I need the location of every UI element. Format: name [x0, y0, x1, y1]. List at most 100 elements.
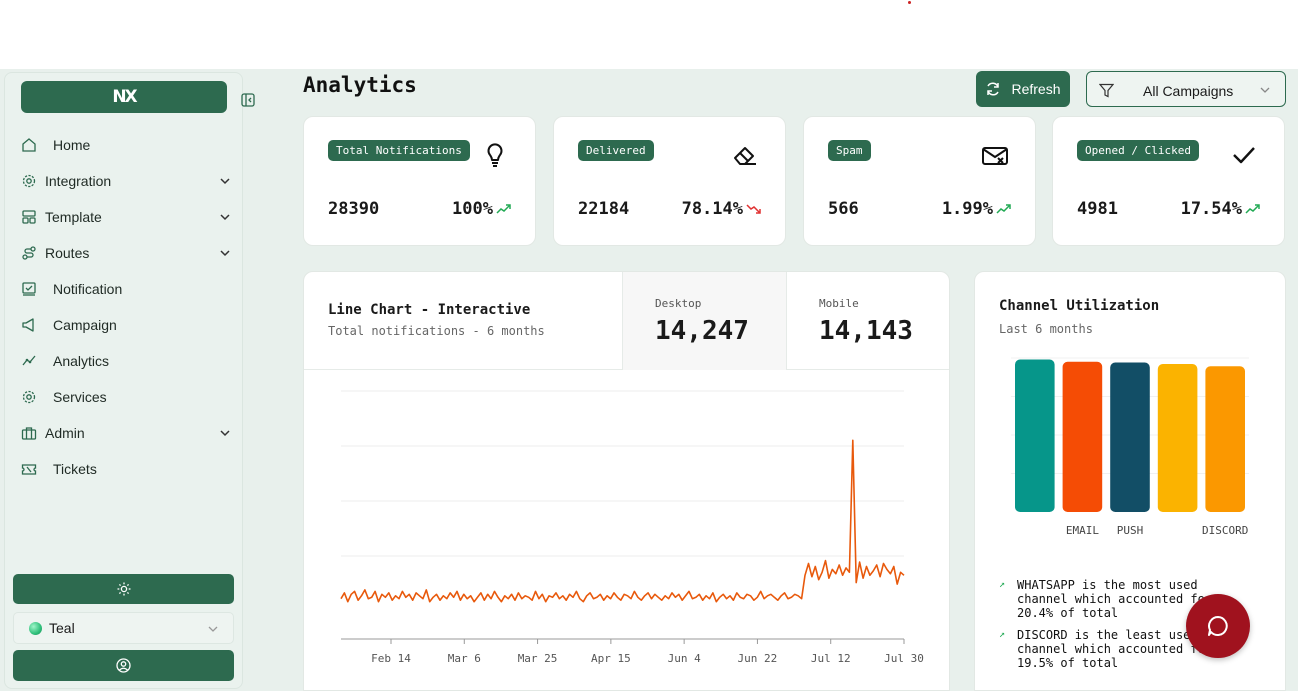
red-dot	[908, 1, 911, 4]
sidebar-item-routes[interactable]: Routes	[21, 235, 231, 271]
campaign-select[interactable]: All Campaigns	[1086, 71, 1286, 107]
x-tick-label: Jul 12	[811, 652, 851, 665]
refresh-button[interactable]: Refresh	[976, 71, 1070, 107]
x-tick-label: DISCORD	[1202, 524, 1248, 537]
sidebar-item-label: Notification	[53, 281, 123, 297]
bar-discord[interactable]	[1205, 366, 1245, 512]
sidebar-item-label: Campaign	[53, 317, 117, 333]
bar-email[interactable]	[1062, 361, 1103, 512]
mobile-metric-toggle[interactable]: Mobile 14,143	[786, 272, 949, 370]
stat-percent-text: 1.99%	[941, 199, 993, 219]
chevron-down-icon	[220, 178, 230, 185]
mobile-label: Mobile	[819, 297, 859, 310]
refresh-icon	[987, 82, 1000, 96]
mobile-value: 14,143	[819, 316, 913, 346]
stat-percent-text: 17.54%	[1180, 199, 1242, 219]
trend-up-icon	[1245, 204, 1260, 214]
trend-up-icon	[996, 204, 1011, 214]
sidebar-item-label: Home	[53, 137, 91, 153]
line-chart-subtitle: Total notifications - 6 months	[328, 324, 545, 338]
trend-down-icon	[746, 204, 761, 214]
sidebar-item-campaign[interactable]: Campaign	[21, 307, 231, 343]
sidebar-item-label: Services	[53, 389, 107, 405]
check-icon	[1233, 147, 1255, 164]
trend-up-icon	[496, 204, 511, 214]
line-chart[interactable]: Feb 14 Mar 6 Mar 25 Apr 15 Jun 4 Jun 22 Jul 12…	[304, 371, 949, 691]
sidebar-item-services[interactable]: Services	[21, 379, 231, 415]
chevron-down-icon	[220, 430, 230, 437]
sidebar-item-home[interactable]: Home	[21, 127, 231, 163]
mail-x-icon	[982, 147, 1008, 165]
stat-value: 566	[828, 199, 859, 219]
gear-icon	[21, 173, 37, 189]
route-icon	[21, 245, 37, 261]
x-tick-label: Jun 4	[668, 652, 701, 665]
user-circle-icon	[116, 658, 131, 673]
chat-button[interactable]	[1186, 594, 1250, 658]
stat-percent: 17.54%	[1181, 199, 1260, 219]
line-chart-card: Line Chart - Interactive Total notificat…	[303, 271, 950, 691]
stat-label: Opened / Clicked	[1077, 140, 1199, 161]
sidebar-item-label: Tickets	[53, 461, 97, 477]
sidebar-item-analytics[interactable]: Analytics	[21, 343, 231, 379]
user-profile-button[interactable]	[13, 650, 234, 681]
sidebar-item-notification[interactable]: Notification	[21, 271, 231, 307]
channel-bar-chart[interactable]: EMAIL PUSH DISCORD	[975, 352, 1285, 552]
line-chart-header: Line Chart - Interactive Total notificat…	[304, 272, 949, 370]
sidebar-item-label: Admin	[45, 425, 85, 441]
sidebar-item-admin[interactable]: Admin	[21, 415, 231, 451]
line-chart-title: Line Chart - Interactive	[328, 302, 531, 318]
logo-button[interactable]: NX	[21, 81, 227, 113]
x-tick-label: Mar 25	[518, 652, 558, 665]
theme-color-select[interactable]: Teal	[13, 612, 234, 644]
desktop-value: 14,247	[655, 316, 749, 346]
bar-whatsapp[interactable]	[1015, 359, 1055, 512]
stat-card-spam: Spam 566 1.99%	[803, 116, 1036, 246]
stat-value: 22184	[578, 199, 630, 219]
logo-text: NX	[112, 87, 137, 107]
sidebar-item-tickets[interactable]: Tickets	[21, 451, 231, 487]
stat-percent: 1.99%	[942, 199, 1011, 219]
eraser-icon	[734, 147, 756, 165]
sidebar-item-template[interactable]: Template	[21, 199, 231, 235]
theme-toggle-button[interactable]	[13, 574, 234, 604]
stat-card-opened: Opened / Clicked 4981 17.54%	[1052, 116, 1285, 246]
chat-bubble-icon	[1208, 616, 1228, 636]
notification-icon	[21, 281, 37, 297]
stat-percent: 78.14%	[682, 199, 761, 219]
briefcase-icon	[21, 425, 37, 441]
stat-percent-text: 78.14%	[681, 199, 743, 219]
sidebar-item-label: Template	[45, 209, 102, 225]
refresh-label: Refresh	[1011, 81, 1061, 97]
x-tick-label: PUSH	[1117, 524, 1144, 537]
channel-title: Channel Utilization	[999, 298, 1160, 314]
sidebar-nav: Home Integration Template Routes Notificatio…	[21, 127, 231, 487]
stat-label: Spam	[828, 140, 871, 161]
stat-label: Total Notifications	[328, 140, 470, 161]
series-line	[340, 439, 905, 603]
trend-up-icon: ↗	[999, 629, 1006, 640]
stat-card-delivered: Delivered 22184 78.14%	[553, 116, 786, 246]
app-root: NX Home Integration Template Routes Notifica…	[0, 69, 1298, 691]
stat-value: 4981	[1077, 199, 1118, 219]
browser-top-strip	[0, 0, 1298, 69]
x-tick-label: Feb 14	[371, 652, 411, 665]
stat-percent-text: 100%	[452, 199, 493, 219]
x-tick-label: Apr 15	[591, 652, 631, 665]
campaign-select-value: All Campaigns	[1143, 83, 1234, 99]
sidebar-item-label: Analytics	[53, 353, 110, 369]
sidebar-item-integration[interactable]: Integration	[21, 163, 231, 199]
chevron-down-icon	[220, 214, 230, 221]
sidebar: NX Home Integration Template Routes Notifica…	[4, 72, 255, 689]
bar-push[interactable]	[1110, 362, 1150, 512]
lightbulb-icon	[487, 143, 503, 167]
stat-card-total: Total Notifications 28390 100%	[303, 116, 536, 246]
sun-icon	[117, 582, 130, 596]
collapse-sidebar-icon[interactable]	[241, 93, 255, 107]
bar-sms[interactable]	[1157, 363, 1198, 512]
desktop-metric-toggle[interactable]: Desktop 14,247	[622, 272, 786, 370]
ticket-icon	[21, 461, 37, 477]
stat-label: Delivered	[578, 140, 654, 161]
chevron-down-icon	[1260, 87, 1270, 93]
channel-subtitle: Last 6 months	[999, 322, 1093, 336]
